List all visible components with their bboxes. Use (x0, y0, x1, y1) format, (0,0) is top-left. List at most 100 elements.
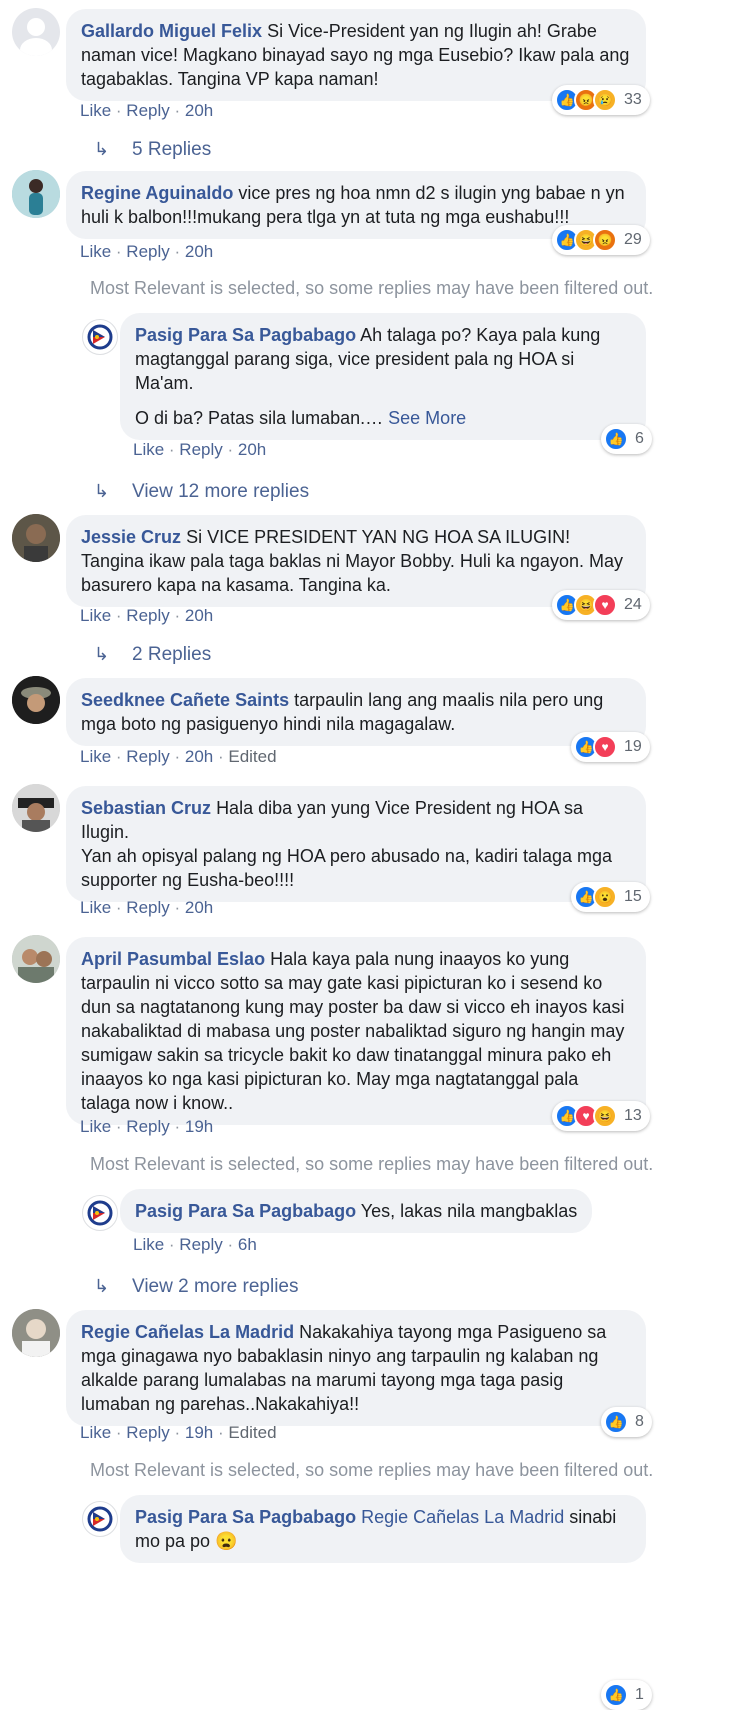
reply-author[interactable]: Pasig Para Sa Pagbabago (135, 1507, 356, 1527)
comment-actions: Like · Reply · 19h · Edited (80, 1423, 277, 1443)
like-icon: 👍 (604, 1410, 628, 1434)
view-more-replies-link[interactable]: ↳ View 2 more replies (94, 1276, 299, 1298)
comment-author[interactable]: April Pasumbal Eslao (81, 949, 265, 969)
avatar-default[interactable] (12, 8, 60, 56)
love-icon: ♥ (593, 593, 617, 617)
like-icon: 👍 (604, 427, 628, 451)
reaction-count: 29 (624, 231, 642, 248)
edited-label[interactable]: Edited (228, 1423, 276, 1442)
comment-bubble: Regie Cañelas La Madrid Nakakahiya tayon… (66, 1310, 646, 1426)
page-avatar[interactable] (82, 1195, 118, 1231)
like-icon: 👍 (604, 1683, 628, 1707)
reaction-summary[interactable]: 👍 6 (601, 424, 652, 454)
avatar[interactable] (12, 676, 60, 724)
reply-author[interactable]: Pasig Para Sa Pagbabago (135, 325, 356, 345)
like-link[interactable]: Like (80, 101, 111, 120)
like-link[interactable]: Like (133, 1235, 164, 1254)
like-link[interactable]: Like (80, 898, 111, 917)
like-link[interactable]: Like (80, 747, 111, 766)
view-replies-label[interactable]: 2 Replies (132, 644, 211, 665)
see-more-link[interactable]: See More (388, 408, 466, 428)
reaction-summary[interactable]: 👍 8 (601, 1407, 652, 1437)
view-more-replies-link[interactable]: ↳ View 12 more replies (94, 481, 309, 503)
reply-bubble: Pasig Para Sa Pagbabago Yes, lakas nila … (120, 1189, 592, 1233)
reply-actions: Like · Reply · 6h (133, 1235, 257, 1255)
reply-link[interactable]: Reply (126, 1423, 169, 1442)
reaction-count: 24 (624, 596, 642, 613)
timestamp[interactable]: 20h (185, 101, 213, 120)
avatar[interactable] (12, 514, 60, 562)
separator: · (111, 242, 127, 261)
reply-arrow-icon: ↳ (94, 139, 110, 159)
timestamp[interactable]: 19h (185, 1117, 213, 1136)
avatar[interactable] (12, 784, 60, 832)
reaction-summary[interactable]: 👍 😮 15 (571, 882, 650, 912)
reaction-count: 8 (635, 1413, 644, 1430)
separator: · (111, 101, 127, 120)
comment-text-line: Yan ah opisyal palang ng HOA pero abusad… (81, 846, 613, 890)
reply-arrow-icon: ↳ (94, 644, 110, 664)
reply-link[interactable]: Reply (126, 898, 169, 917)
reply-text-continued: O di ba? Patas sila lumaban.… (135, 408, 384, 428)
page-avatar[interactable] (82, 319, 118, 355)
timestamp[interactable]: 19h (185, 1423, 213, 1442)
reply-link[interactable]: Reply (126, 747, 169, 766)
wow-icon: 😮 (593, 885, 617, 909)
comment-author[interactable]: Seedknee Cañete Saints (81, 690, 289, 710)
like-link[interactable]: Like (80, 606, 111, 625)
view-replies-label[interactable]: 5 Replies (132, 139, 211, 160)
reply-arrow-icon: ↳ (94, 1276, 110, 1296)
reply-link[interactable]: Reply (126, 242, 169, 261)
love-icon: ♥ (593, 735, 617, 759)
timestamp[interactable]: 20h (185, 242, 213, 261)
edited-label[interactable]: Edited (228, 747, 276, 766)
view-replies-link[interactable]: ↳ 5 Replies (94, 139, 211, 161)
timestamp[interactable]: 6h (238, 1235, 257, 1254)
comment-author[interactable]: Gallardo Miguel Felix (81, 21, 262, 41)
reaction-summary[interactable]: 👍 😆 😠 29 (552, 225, 650, 255)
mention-link[interactable]: Regie Cañelas La Madrid (361, 1507, 564, 1527)
separator: · (111, 606, 127, 625)
like-link[interactable]: Like (80, 242, 111, 261)
reaction-summary[interactable]: 👍 😆 ♥ 24 (552, 590, 650, 620)
like-link[interactable]: Like (80, 1423, 111, 1442)
comment-actions: Like · Reply · 20h (80, 101, 213, 121)
reply-link[interactable]: Reply (126, 101, 169, 120)
like-link[interactable]: Like (80, 1117, 111, 1136)
page-avatar[interactable] (82, 1501, 118, 1537)
comment-author[interactable]: Sebastian Cruz (81, 798, 211, 818)
view-replies-label[interactable]: View 12 more replies (132, 481, 309, 502)
avatar[interactable] (12, 1309, 60, 1357)
separator: · (169, 747, 185, 766)
comment-actions: Like · Reply · 19h (80, 1117, 213, 1137)
comment-author[interactable]: Jessie Cruz (81, 527, 181, 547)
reply-text: Yes, lakas nila mangbaklas (360, 1201, 578, 1221)
avatar[interactable] (12, 170, 60, 218)
timestamp[interactable]: 20h (238, 440, 266, 459)
reaction-summary[interactable]: 👍 😠 😢 33 (552, 85, 650, 115)
like-link[interactable]: Like (133, 440, 164, 459)
avatar[interactable] (12, 935, 60, 983)
timestamp[interactable]: 20h (185, 606, 213, 625)
reply-link[interactable]: Reply (179, 1235, 222, 1254)
reply-link[interactable]: Reply (126, 1117, 169, 1136)
separator: · (111, 1117, 127, 1136)
view-replies-link[interactable]: ↳ 2 Replies (94, 644, 211, 666)
reply-actions: Like · Reply · 20h (133, 440, 266, 460)
comment-author[interactable]: Regie Cañelas La Madrid (81, 1322, 294, 1342)
separator: · (164, 440, 180, 459)
reaction-count: 13 (624, 1107, 642, 1124)
comment-bubble: Seedknee Cañete Saints tarpaulin lang an… (66, 678, 646, 746)
reaction-summary[interactable]: 👍 ♥ 😆 13 (552, 1101, 650, 1131)
timestamp[interactable]: 20h (185, 898, 213, 917)
reply-link[interactable]: Reply (126, 606, 169, 625)
reply-link[interactable]: Reply (179, 440, 222, 459)
view-replies-label[interactable]: View 2 more replies (132, 1276, 299, 1297)
reaction-summary[interactable]: 👍 1 (601, 1680, 652, 1710)
reply-author[interactable]: Pasig Para Sa Pagbabago (135, 1201, 356, 1221)
reaction-summary[interactable]: 👍 ♥ 19 (571, 732, 650, 762)
filter-notice: Most Relevant is selected, so some repli… (90, 1460, 654, 1480)
timestamp[interactable]: 20h (185, 747, 213, 766)
reply-arrow-icon: ↳ (94, 481, 110, 501)
comment-author[interactable]: Regine Aguinaldo (81, 183, 233, 203)
